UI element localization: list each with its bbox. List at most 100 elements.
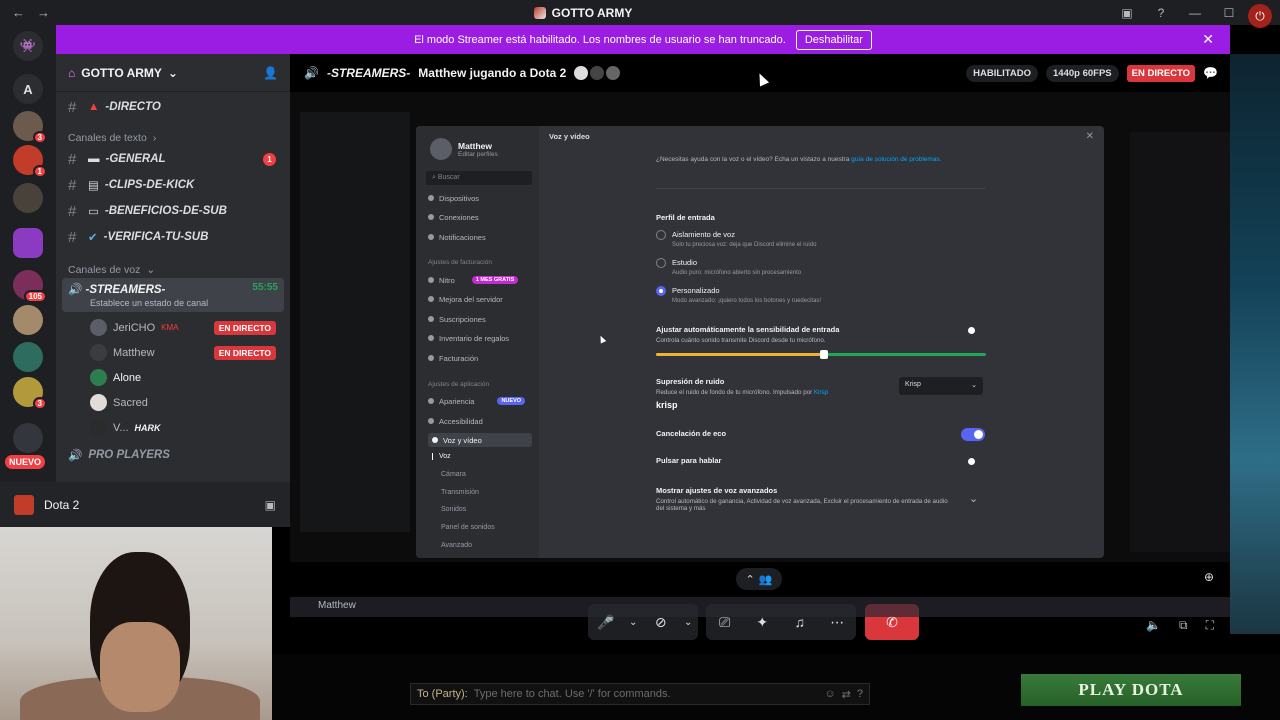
voice-user-v[interactable]: V... HARK xyxy=(56,415,290,440)
settings-sub-soundboard[interactable]: Panel de sonidos xyxy=(441,524,495,531)
sensitivity-slider[interactable] xyxy=(656,350,986,359)
close-icon[interactable]: ✕ xyxy=(1202,31,1214,48)
server-a[interactable]: A xyxy=(13,74,43,104)
settings-profile[interactable]: Matthew Editar perfiles xyxy=(430,138,498,160)
zoom-icon[interactable]: ⊕ xyxy=(1204,570,1214,584)
card-icon xyxy=(428,355,434,361)
voice-user-matthew[interactable]: Matthew EN DIRECTO xyxy=(56,340,290,365)
radio-voice-isolation[interactable] xyxy=(656,230,666,240)
billing-category: Ajustes de facturación xyxy=(428,259,492,266)
enabled-pill[interactable]: HABILITADO xyxy=(966,64,1038,82)
krisp-link[interactable]: Krisp xyxy=(814,389,828,396)
settings-item-nitro[interactable]: Nitro 1 MES GRATIS xyxy=(428,273,519,287)
expand-controls-button[interactable]: ⌃ 👥 xyxy=(736,568,782,590)
voice-category[interactable]: Canales de voz ⌄ xyxy=(56,262,290,278)
settings-item-subscriptions[interactable]: Suscripciones xyxy=(428,312,486,326)
speaker-icon: 🔊 xyxy=(68,284,83,296)
settings-item-billing[interactable]: Facturación xyxy=(428,351,478,365)
emoji-icon[interactable]: ☺ xyxy=(824,688,835,700)
channel-status[interactable]: Establece un estado de canal xyxy=(68,298,278,308)
link-icon xyxy=(428,214,434,220)
settings-item-gifts[interactable]: Inventario de regalos xyxy=(428,331,509,345)
volume-icon[interactable]: 🔈 xyxy=(1146,618,1161,633)
house-icon: ⌂ xyxy=(68,65,76,80)
channel-pro-players[interactable]: 🔊 PRO PLAYERS xyxy=(56,442,290,468)
settings-sub-voice[interactable]: Voz xyxy=(432,453,451,460)
dota-logo-icon xyxy=(14,494,34,515)
back-arrow-icon[interactable]: ← xyxy=(12,5,25,20)
add-member-icon[interactable]: 👤 xyxy=(263,66,278,80)
auto-sensitivity-toggle[interactable] xyxy=(961,324,985,337)
stream-channel: -STREAMERS- xyxy=(326,66,411,80)
channel-label: -DIRECTO xyxy=(105,101,161,113)
popout-icon[interactable]: ⧉ xyxy=(1179,618,1188,633)
settings-search[interactable]: ⌕ Buscar xyxy=(426,171,532,185)
gift-icon xyxy=(428,335,434,341)
text-category[interactable]: Canales de texto › xyxy=(56,130,290,146)
stream-icon[interactable]: ▣ xyxy=(265,498,276,512)
channel-general[interactable]: # ▬ -GENERAL 1 xyxy=(56,146,290,172)
echo-toggle[interactable] xyxy=(961,428,985,441)
help-icon[interactable]: ? xyxy=(857,688,863,700)
translate-icon[interactable]: ⇄ xyxy=(842,688,851,701)
disable-streamer-button[interactable]: Deshabilitar xyxy=(795,29,872,50)
avatar xyxy=(574,66,589,80)
server-icon-3[interactable] xyxy=(13,183,43,213)
subscription-icon xyxy=(428,316,434,322)
settings-sub-camera[interactable]: Cámara xyxy=(441,471,466,478)
play-dota-button[interactable]: PLAY DOTA xyxy=(1021,674,1241,706)
channel-verifica[interactable]: # ✔ -VERIFICA-TU-SUB xyxy=(56,224,290,250)
settings-item-boost[interactable]: Mejora del servidor xyxy=(428,292,503,306)
settings-modal: Matthew Editar perfiles ⌕ Buscar Disposi… xyxy=(416,126,1104,558)
server-icon-8[interactable]: 3 xyxy=(13,377,47,410)
settings-sub-sounds[interactable]: Sonidos xyxy=(441,506,466,513)
voice-channel-streamers[interactable]: 🔊 -STREAMERS- 55:55 Establece un estado … xyxy=(62,278,284,312)
fullscreen-icon[interactable]: ⛶ xyxy=(1206,618,1214,633)
server-header[interactable]: ⌂ GOTTO ARMY ⌄ 👤 xyxy=(56,54,290,92)
game-chat-input[interactable]: To (Party): Type here to chat. Use '/' f… xyxy=(410,683,870,705)
inbox-icon[interactable]: ▣ xyxy=(1110,6,1144,20)
channel-directo[interactable]: # ▲ -DIRECTO xyxy=(56,94,290,120)
help-icon[interactable]: ? xyxy=(1144,6,1178,20)
settings-item-devices[interactable]: Dispositivos xyxy=(428,191,479,205)
settings-item-appearance[interactable]: Apariencia NUEVO xyxy=(428,394,526,408)
server-icon-9[interactable] xyxy=(13,423,43,453)
channel-clips[interactable]: # ▤ -CLIPS-DE-KICK xyxy=(56,172,290,198)
chat-icon[interactable]: 💬 xyxy=(1203,66,1218,80)
voice-user-alone[interactable]: Alone xyxy=(56,365,290,390)
settings-item-voice-video[interactable]: Voz y vídeo xyxy=(428,433,532,447)
troubleshoot-link[interactable]: guía de solución de problemas. xyxy=(851,156,941,163)
server-icon-6[interactable] xyxy=(13,305,43,335)
hash-icon: # xyxy=(68,150,77,168)
server-icon-5[interactable]: 105 xyxy=(13,270,47,303)
noise-select[interactable]: Krisp ⌄ xyxy=(899,377,983,395)
quality-pill[interactable]: 1440p 60FPS xyxy=(1046,64,1119,82)
server-icon-2[interactable]: 1 xyxy=(13,145,47,178)
settings-item-connections[interactable]: Conexiones xyxy=(428,210,479,224)
expand-chevron-icon[interactable]: ⌄ xyxy=(969,492,978,505)
ptt-toggle[interactable] xyxy=(961,455,985,468)
settings-item-notifications[interactable]: Notificaciones xyxy=(428,230,486,244)
settings-sub-advanced[interactable]: Avanzado xyxy=(441,542,472,549)
discord-home-icon[interactable]: 👾 xyxy=(13,31,43,61)
server-icon-1[interactable]: 3 xyxy=(13,111,47,144)
chat-target[interactable]: To (Party): xyxy=(417,688,468,700)
channel-beneficios[interactable]: # ▭ -BENEFICIOS-DE-SUB xyxy=(56,198,290,224)
settings-item-accessibility[interactable]: Accesibilidad xyxy=(428,414,483,428)
voice-user-sacred[interactable]: Sacred xyxy=(56,390,290,415)
maximize-icon[interactable]: ☐ xyxy=(1212,6,1246,20)
server-icon-7[interactable] xyxy=(13,342,43,372)
radio-custom[interactable] xyxy=(656,286,666,296)
voice-user-jericho[interactable]: JeriCHO KMA EN DIRECTO xyxy=(56,315,290,340)
settings-sub-stream[interactable]: Transmisión xyxy=(441,489,479,496)
server-icon-4[interactable] xyxy=(13,228,43,258)
view-controls: 🔈 ⧉ ⛶ xyxy=(1146,618,1214,633)
slider-knob[interactable] xyxy=(820,350,829,359)
option-label: Aislamiento de voz xyxy=(672,230,735,239)
close-icon[interactable]: ✕ xyxy=(1086,131,1094,142)
page-title: Voz y vídeo xyxy=(549,132,590,141)
minimize-icon[interactable]: — xyxy=(1178,6,1212,20)
radio-studio[interactable] xyxy=(656,258,666,268)
power-icon[interactable]: ⏻ xyxy=(1248,4,1272,28)
forward-arrow-icon[interactable]: → xyxy=(37,5,50,20)
